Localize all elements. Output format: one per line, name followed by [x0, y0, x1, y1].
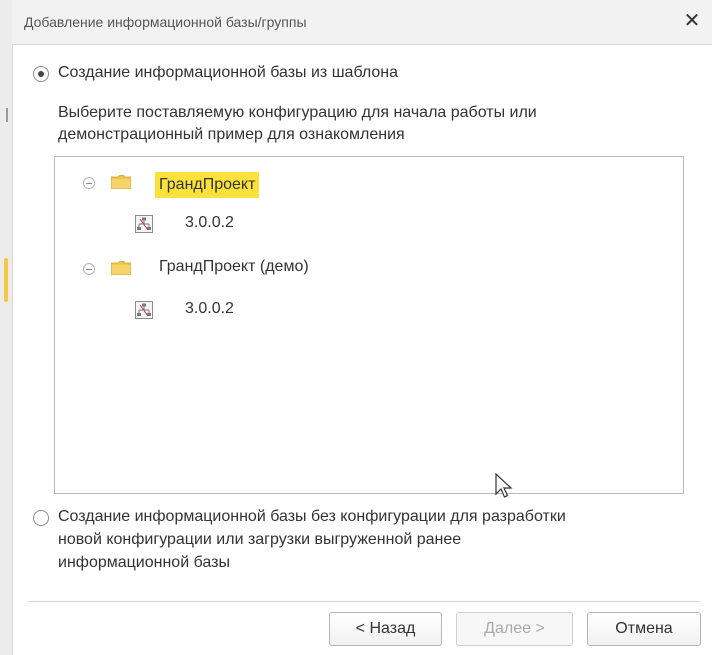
strip-accent: [4, 258, 8, 302]
configuration-tree[interactable]: ГрандПроект 3.0.0.2 ГрандПроект (демо) 3…: [54, 156, 684, 494]
template-description-line-1: Выберите поставляемую конфигурацию для н…: [58, 104, 537, 121]
radio-empty-base-label-line-2[interactable]: новой конфигурации или загрузки выгружен…: [58, 529, 461, 551]
dialog-title-bar: Добавление информационной базы/группы ✕: [12, 0, 712, 45]
tree-item-label[interactable]: 3.0.0.2: [185, 300, 234, 318]
collapse-icon[interactable]: [83, 177, 95, 189]
dialog-title: Добавление информационной базы/группы: [24, 14, 307, 30]
background-window-strip: [0, 0, 13, 655]
folder-icon: [111, 175, 131, 189]
configuration-icon: [135, 215, 153, 233]
folder-icon: [111, 261, 131, 275]
tree-item-label[interactable]: 3.0.0.2: [185, 214, 234, 232]
tree-item-version[interactable]: 3.0.0.2: [55, 211, 681, 237]
tree-item-label[interactable]: ГрандПроект (демо): [159, 258, 309, 276]
next-button[interactable]: Далее >: [456, 612, 573, 646]
tree-item-grandproekt[interactable]: ГрандПроект: [55, 169, 681, 198]
tree-item-label[interactable]: ГрандПроект: [155, 172, 260, 198]
strip-mark: [6, 108, 8, 122]
configuration-icon: [135, 301, 153, 319]
radio-template-label[interactable]: Создание информационной базы из шаблона: [58, 62, 398, 84]
cancel-button[interactable]: Отмена: [587, 612, 701, 646]
collapse-icon[interactable]: [83, 263, 95, 275]
template-description-line-2: демонстрационный пример для ознакомления: [58, 126, 405, 143]
footer-separator: [28, 601, 700, 602]
radio-empty-base-label-line-1[interactable]: Создание информационной базы без конфигу…: [58, 506, 566, 528]
mouse-pointer-icon: [495, 472, 513, 498]
radio-empty-base-label-line-3[interactable]: информационной базы: [58, 552, 230, 574]
tree-item-version[interactable]: 3.0.0.2: [55, 297, 681, 323]
tree-item-grandproekt-demo[interactable]: ГрандПроект (демо): [55, 255, 681, 281]
radio-empty-base[interactable]: [33, 510, 49, 526]
back-button[interactable]: < Назад: [329, 612, 442, 646]
close-icon[interactable]: ✕: [682, 10, 702, 32]
radio-template[interactable]: [33, 66, 49, 82]
